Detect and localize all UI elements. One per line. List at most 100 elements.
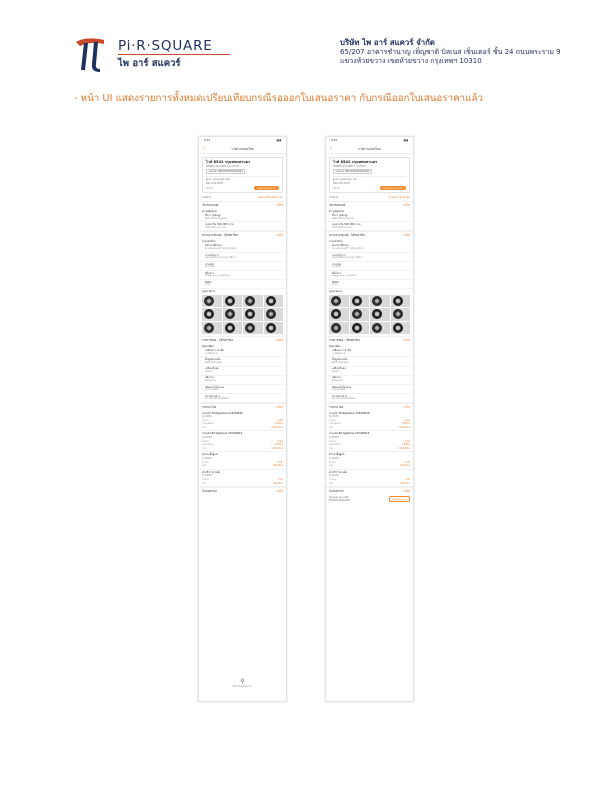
quote-item: ยางหลัง Bridgestone 215/60R16 CJ-00083 จ… (326, 431, 413, 453)
edit-button[interactable]: แก้ไข (403, 234, 410, 238)
quote-row: รวม 400.00 ฿ (329, 482, 410, 486)
edit-button[interactable]: แก้ไข (403, 490, 410, 494)
quote-row: รวม 600.00 ฿ (329, 464, 410, 468)
tyre-photo[interactable] (202, 308, 222, 321)
list-item: เติมลมไนโตรเจน รักษาแรงดันลม (199, 385, 286, 394)
tyre-photo[interactable] (222, 294, 242, 308)
tyre-photo-grid (199, 294, 286, 337)
battery-icon: ▮▮▮ (276, 138, 281, 143)
latest-quote-link[interactable]: ใบเสนอราคาล่าสุด (389, 196, 410, 200)
tyre-photo[interactable] (329, 321, 349, 335)
tyre-photo[interactable] (243, 308, 263, 321)
tyre-photo[interactable] (349, 321, 369, 335)
section-header: รายการซ่อม - ได้รับคำร้อง แก้ไข (326, 336, 413, 344)
tyre-photo[interactable] (243, 294, 263, 308)
item-desc: ยางเสื่อมสภาพ (205, 352, 219, 355)
tyre-photo[interactable] (349, 294, 369, 308)
edit-button[interactable]: แก้ไข (403, 339, 410, 343)
tyre-photo[interactable] (243, 321, 263, 335)
phone-mockup-issued: 9:41 ▮▮▮ ‹ รายการเคลมใหม่ ไวท์ 8542 กรุง… (325, 136, 414, 702)
tyre-photo[interactable] (263, 294, 283, 308)
quote-document-row: ใบเสนอราคาเลขที่ QT20211102-001 ดูใบเสนอ… (326, 495, 413, 504)
section-title: ใบเสนอราคา (202, 489, 218, 494)
list-item: เติมลมไนโตรเจน รักษาแรงดันลม (326, 385, 413, 394)
tyre-photo[interactable] (329, 294, 349, 308)
vehicle-card[interactable]: ไวท์ 8542 กรุงเทพมหานคร HONDA ACCORD 2.4… (329, 157, 410, 194)
vehicle-model: HONDA ACCORD 2.4 (2013) (206, 164, 240, 168)
tyre-photo[interactable] (222, 321, 242, 335)
nav-bar: ‹ รายการเคลมใหม่ (199, 145, 286, 154)
tyre-photo[interactable] (349, 308, 369, 321)
status-badge[interactable]: ออกใบเสนอราคาแล้ว (379, 186, 406, 191)
tyre-photo[interactable] (370, 321, 390, 335)
quote-item: ค่าบริการถ่วงล้อ CJ-00085 จำนวน 4 ล้อ รวม… (199, 470, 286, 488)
edit-button[interactable]: แก้ไข (276, 339, 283, 343)
list-item: เปลี่ยนยาง 4 เส้น ยางเสื่อมสภาพ (199, 348, 286, 358)
status-time: 9:41 (204, 138, 211, 143)
unit-label: รวม (202, 464, 206, 468)
compare-link[interactable]: แสดงเปรียบเทียบราคา (258, 196, 283, 200)
tyre-photo[interactable] (222, 308, 242, 321)
total-label: รวม (202, 446, 206, 450)
edit-button[interactable]: แก้ไข (276, 234, 283, 238)
total-value: 7,000.00 ฿ (398, 446, 410, 450)
list-item: ยางหน้าขวา ดอกยางสึกหรอตามอายุการใช้งาน (326, 253, 413, 262)
item-desc: จุ๊บลมรั่ว (332, 370, 340, 373)
section-title: ราคาอะไหล่ (329, 404, 344, 409)
tyre-photo[interactable] (202, 294, 222, 308)
item-desc: สึกไม่เท่ากัน (205, 380, 216, 383)
card-divider (206, 176, 279, 177)
company-address-line-2: แขวงห้วยขวาง เขตห้วยขวาง กรุงเทพฯ 10310 (340, 57, 482, 65)
battery-icon: ▮▮▮ (403, 138, 408, 143)
status-row: สถานะ ออกใบเสนอราคาแล้ว (333, 186, 406, 191)
section-header: รายการซ่อม - ได้รับคำร้อง แก้ไข (199, 336, 286, 344)
quote-row: รวม 7,000.00 ฿ (329, 426, 410, 430)
status-badge[interactable]: รอออกใบเสนอราคา (254, 186, 279, 191)
list-item: เปลี่ยนจุ๊บลม จุ๊บลมรั่ว (326, 367, 413, 376)
quote-item: ค่าแรงตั้งศูนย์ CJ-00084 จำนวน 1 ครั้ง รว… (326, 452, 413, 470)
section-title: ประกันรถยนต์ (202, 203, 219, 208)
edit-button[interactable]: แก้ไข (276, 203, 283, 208)
edit-button[interactable]: แก้ไข (276, 405, 283, 410)
search-empty-state[interactable]: ⚲ ค้นหาใบเสนอราคา (199, 678, 286, 689)
unit-value: 600.00 ฿ (400, 464, 410, 468)
item-desc: ไม่มีค่าเสียหายส่วนแรก (205, 226, 226, 229)
page-caption: - หน้า UI แสดงรายการทั้งหมดเปรียบเทียบกร… (74, 93, 483, 104)
quote-row: รวม 7,000.00 ฿ (329, 447, 410, 451)
company-address-line-1: 65/207 อาคารชำนาญ เพ็ญชาติ บิสเนส เซ็นเต… (340, 47, 561, 56)
edit-button[interactable]: แก้ไข (403, 203, 410, 208)
item-desc: ตรวจสภาพช่วงล่างทั้งหมด (205, 398, 229, 401)
tyre-photo[interactable] (370, 294, 390, 308)
vehicle-card[interactable]: ไวท์ 8542 กรุงเทพมหานคร HONDA ACCORD 2.4… (202, 157, 283, 194)
section-header: สภาพยางรถยนต์ - ได้รับคำร้อง แก้ไข (326, 231, 413, 239)
list-item: สลับยาง สึกไม่เท่ากัน (326, 376, 413, 385)
card-divider (333, 176, 406, 177)
total-label: รวม (329, 425, 333, 429)
edit-button[interactable]: แก้ไข (276, 490, 283, 494)
tyre-photo[interactable] (263, 321, 283, 335)
view-quote-button[interactable]: ดูใบเสนอราคา (389, 496, 410, 503)
item-desc: คุ้มครองทั้งรถและคู่กรณี (332, 217, 354, 220)
item-desc: Bridgestone 215/60R16 (332, 275, 357, 278)
list-item: ยี่ห้อยาง Bridgestone 215/60R16 (326, 271, 413, 280)
company-name: บริษัท ไพ อาร์ สแควร์ จำกัด (340, 38, 435, 47)
tyre-photo[interactable] (390, 294, 410, 308)
edit-button[interactable]: แก้ไข (403, 405, 410, 410)
tyre-photo[interactable] (202, 321, 222, 335)
tyre-photo[interactable] (329, 308, 349, 321)
quote-item: ค่าแรงตั้งศูนย์ CJ-00084 จำนวน 1 ครั้ง รว… (199, 452, 286, 470)
tyre-photo[interactable] (263, 308, 283, 321)
section-header: ประกันรถยนต์ แก้ไข (326, 201, 413, 209)
section-title: สภาพยางรถยนต์ - ได้รับคำร้อง (202, 233, 238, 238)
unit-value: 400.00 ฿ (273, 481, 283, 485)
tyre-photo[interactable] (390, 321, 410, 335)
quote-item: ยางหน้า Bridgestone 215/60R16 CJ-00082 จ… (199, 411, 286, 432)
vehicle-model: HONDA ACCORD 2.4 (2013) (333, 164, 367, 168)
list-item: ปีผลิต 2019 (326, 280, 413, 290)
tyre-photo[interactable] (390, 308, 410, 321)
status-row: สถานะ รอออกใบเสนอราคา (206, 186, 279, 191)
section-title: รายการซ่อม - ได้รับคำร้อง (202, 338, 233, 343)
section-title: ใบเสนอราคา (329, 489, 345, 494)
tyre-photo[interactable] (370, 308, 390, 321)
section-header: ราคาอะไหล่ แก้ไข (199, 402, 286, 411)
